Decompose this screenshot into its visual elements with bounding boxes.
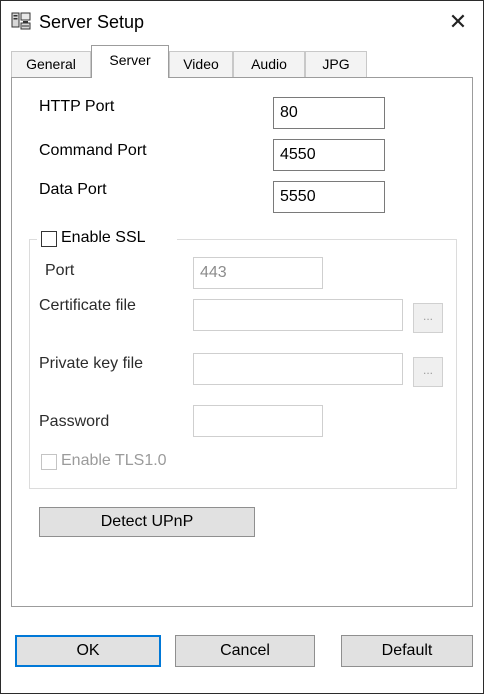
tab-audio[interactable]: Audio xyxy=(233,51,305,77)
certificate-file-label: Certificate file xyxy=(39,297,136,314)
ok-button[interactable]: OK xyxy=(15,635,161,667)
ssl-port-input[interactable]: 443 xyxy=(193,257,323,289)
title-bar: Server Setup ✕ xyxy=(1,1,483,45)
certificate-browse-button[interactable]: ... xyxy=(413,303,443,333)
enable-tls10-label: Enable TLS1.0 xyxy=(61,452,167,469)
password-label: Password xyxy=(39,413,110,430)
tab-general[interactable]: General xyxy=(11,51,91,77)
window-title: Server Setup xyxy=(39,12,145,32)
command-port-label: Command Port xyxy=(39,142,147,159)
data-port-label: Data Port xyxy=(39,181,107,198)
detect-upnp-button[interactable]: Detect UPnP xyxy=(39,507,255,537)
private-key-file-input[interactable] xyxy=(193,353,403,385)
tab-server[interactable]: Server xyxy=(91,45,169,78)
default-button[interactable]: Default xyxy=(341,635,473,667)
server-setup-icon xyxy=(11,12,31,30)
enable-tls10-checkbox[interactable] xyxy=(41,454,57,470)
tab-video[interactable]: Video xyxy=(169,51,233,77)
password-input[interactable] xyxy=(193,405,323,437)
enable-ssl-checkbox[interactable] xyxy=(41,231,57,247)
data-port-input[interactable]: 5550 xyxy=(273,181,385,213)
private-key-file-label: Private key file xyxy=(39,355,144,372)
ssl-port-label: Port xyxy=(45,262,75,279)
http-port-input[interactable]: 80 xyxy=(273,97,385,129)
close-icon[interactable]: ✕ xyxy=(441,5,475,39)
server-setup-dialog: Server Setup ✕ General Server Video Audi… xyxy=(0,0,484,694)
tab-jpg[interactable]: JPG xyxy=(305,51,367,77)
command-port-input[interactable]: 4550 xyxy=(273,139,385,171)
enable-ssl-label[interactable]: Enable SSL xyxy=(61,229,146,247)
http-port-label: HTTP Port xyxy=(39,98,115,115)
private-key-browse-button[interactable]: ... xyxy=(413,357,443,387)
cancel-button[interactable]: Cancel xyxy=(175,635,315,667)
certificate-file-input[interactable] xyxy=(193,299,403,331)
tab-strip: General Server Video Audio JPG xyxy=(11,45,473,78)
